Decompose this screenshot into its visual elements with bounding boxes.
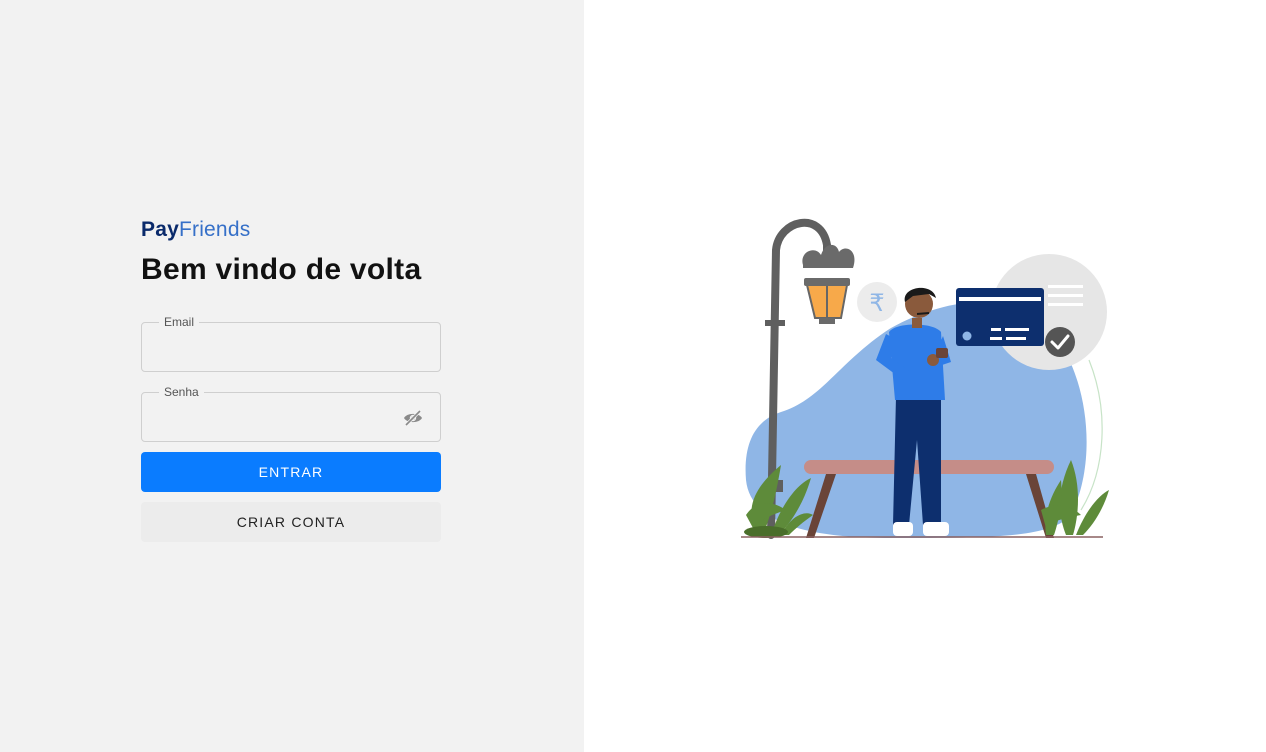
rupee-symbol: ₹ — [869, 289, 884, 317]
email-input[interactable] — [142, 323, 440, 371]
create-account-button[interactable]: CRIAR CONTA — [141, 502, 441, 542]
page-title: Bem vindo de volta — [141, 253, 422, 286]
left-panel: PayFriends Bem vindo de volta Email Senh… — [0, 0, 584, 752]
rupee-bubble-icon: ₹ — [857, 282, 897, 322]
credit-card-icon — [956, 288, 1044, 346]
brand-logo: PayFriends — [141, 218, 441, 242]
login-form: PayFriends Bem vindo de volta Email Senh… — [141, 218, 441, 542]
payment-illustration: ₹ — [741, 218, 1109, 539]
right-panel: ₹ — [584, 0, 1266, 752]
brand-logo-friends: Friends — [178, 218, 251, 241]
login-button[interactable]: ENTRAR — [141, 452, 441, 492]
check-icon — [1045, 327, 1075, 357]
eye-off-icon[interactable] — [402, 408, 424, 428]
brand-logo-pay: Pay — [141, 218, 179, 241]
password-field[interactable]: Senha — [141, 385, 441, 442]
password-input[interactable] — [142, 393, 440, 441]
email-field[interactable]: Email — [141, 315, 441, 372]
